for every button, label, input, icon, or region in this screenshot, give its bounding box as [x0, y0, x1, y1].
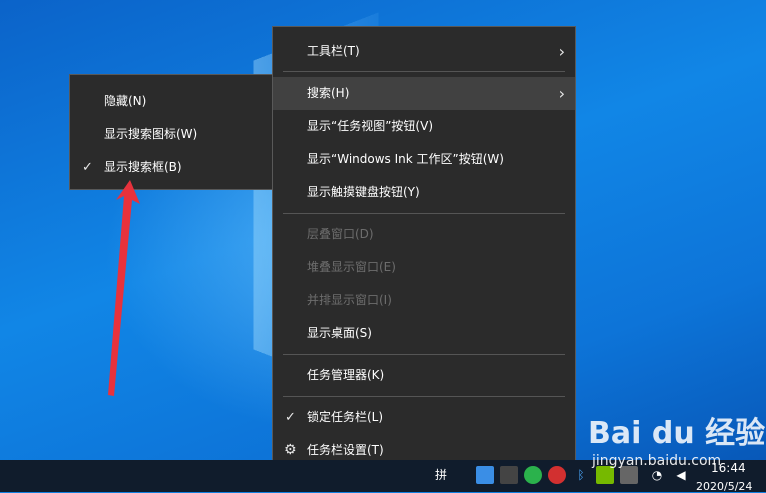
qq-icon[interactable]	[548, 466, 566, 484]
tray-app-icon[interactable]	[476, 466, 494, 484]
tray-app-icon[interactable]	[500, 466, 518, 484]
bluetooth-icon[interactable]: ᛒ	[572, 466, 590, 484]
baidu-watermark-url: jingyan.baidu.com	[592, 453, 722, 469]
baidu-watermark: Bai du 经验	[588, 416, 766, 451]
ime-indicator[interactable]: 拼	[432, 466, 450, 484]
wechat-icon[interactable]	[524, 466, 542, 484]
clock-date[interactable]: 2020/5/24	[696, 480, 752, 493]
